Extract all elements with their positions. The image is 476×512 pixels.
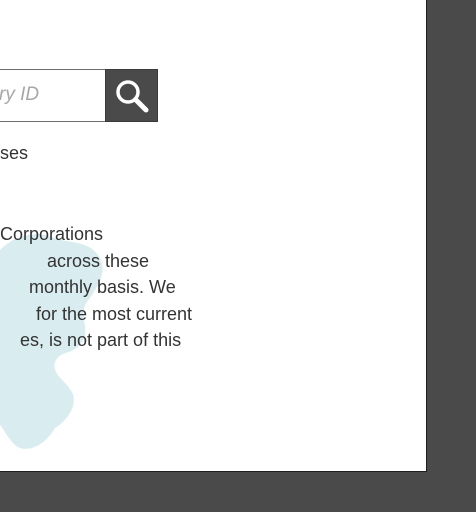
description-paragraph: Corporations across these monthly basis.… xyxy=(0,221,193,354)
search-placeholder: ry ID xyxy=(0,84,40,105)
description-line: monthly basis. We xyxy=(29,277,176,297)
description-line: Corporations xyxy=(0,224,104,244)
partial-label: ses xyxy=(0,143,29,163)
search-icon xyxy=(115,79,148,112)
content-panel: ry ID ses Corporations across these mont… xyxy=(0,0,427,472)
description-line: across these xyxy=(47,250,150,271)
search-input[interactable]: ry ID xyxy=(0,69,105,122)
description-line: es, is not part of this xyxy=(20,330,182,350)
description-line: for the most current xyxy=(36,303,193,324)
search-button[interactable] xyxy=(105,69,158,122)
